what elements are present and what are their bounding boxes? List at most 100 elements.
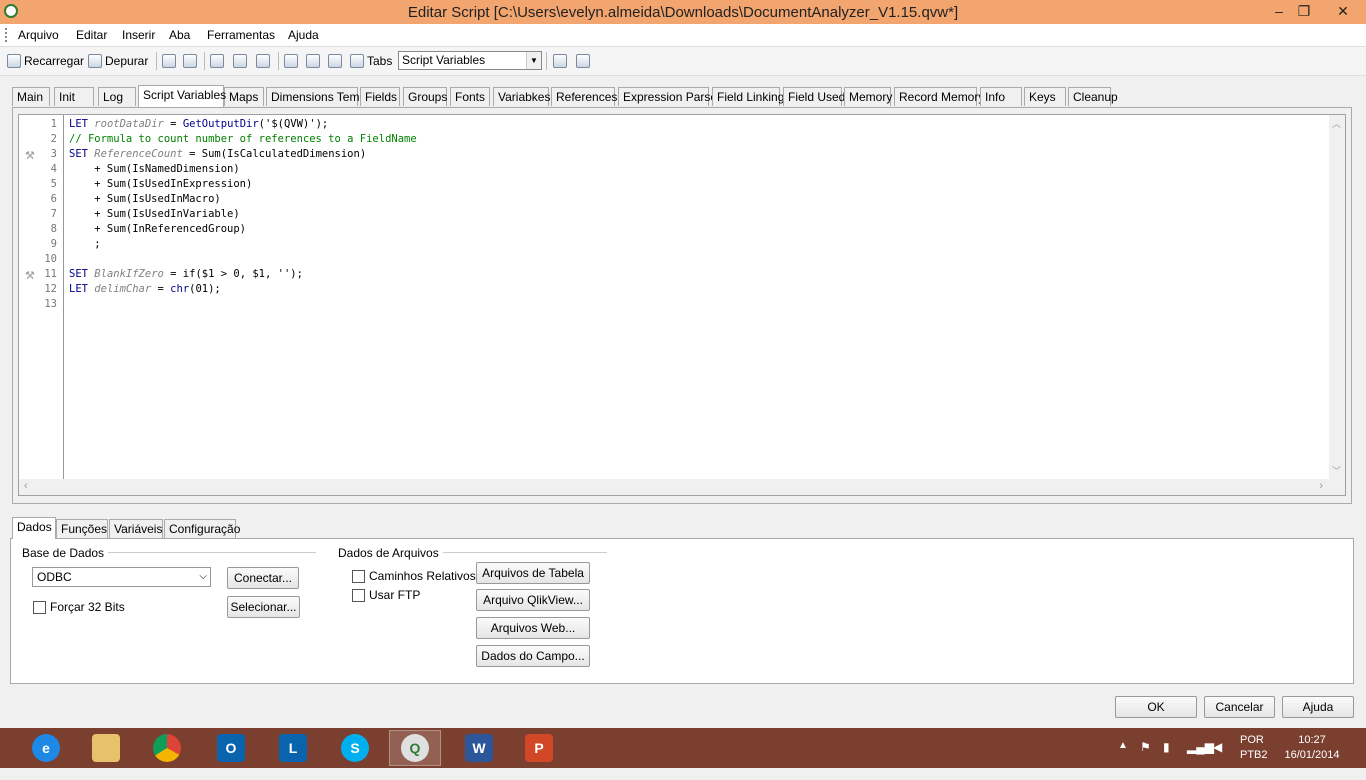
tab-memory[interactable]: Memory bbox=[844, 87, 892, 106]
minimize-button[interactable]: – bbox=[1266, 0, 1292, 22]
clock[interactable]: 10:27 16/01/2014 bbox=[1282, 734, 1342, 774]
flag-icon[interactable]: ⚑ bbox=[1140, 740, 1151, 780]
code-line-12: LET delimChar = chr(01); bbox=[69, 283, 221, 295]
search-icon bbox=[284, 54, 298, 68]
cancel-button[interactable]: Cancelar bbox=[1204, 696, 1275, 718]
paste-button[interactable] bbox=[256, 53, 270, 69]
script-editor[interactable]: ⚒ ⚒ 1 2 3 4 5 6 7 8 9 10 11 12 13 LET ro… bbox=[18, 114, 1346, 496]
save-button[interactable] bbox=[162, 53, 176, 69]
line-number: 3 bbox=[50, 148, 57, 160]
horizontal-scrollbar[interactable]: ‹ › bbox=[19, 479, 1345, 495]
chrome-icon bbox=[153, 734, 181, 762]
skype-icon: S bbox=[341, 734, 369, 762]
select-button[interactable]: Selecionar... bbox=[227, 596, 300, 618]
tab-funcoes[interactable]: Funções bbox=[56, 519, 108, 538]
tab-dados[interactable]: Dados bbox=[12, 517, 56, 539]
tab-cleanup[interactable]: Cleanup bbox=[1068, 87, 1118, 106]
tab-selector-dropdown[interactable]: Script Variables ▼ bbox=[398, 51, 542, 70]
show-hidden-icons-button[interactable]: ▲ bbox=[1118, 740, 1128, 780]
line-number-gutter: ⚒ ⚒ 1 2 3 4 5 6 7 8 9 10 11 12 13 bbox=[19, 115, 64, 479]
menu-editar[interactable]: Editar bbox=[76, 28, 107, 42]
menu-arquivo[interactable]: Arquivo bbox=[18, 28, 59, 42]
tab-init[interactable]: Init bbox=[54, 87, 94, 106]
tab-field-used[interactable]: Field Used bbox=[783, 87, 845, 106]
checkbox-box[interactable] bbox=[33, 600, 46, 614]
chevron-right-icon[interactable]: › bbox=[1319, 480, 1323, 492]
tab-log[interactable]: Log bbox=[98, 87, 136, 106]
chevron-down-icon[interactable]: ﹀ bbox=[1332, 464, 1341, 477]
power-icon[interactable]: ▮ bbox=[1163, 740, 1170, 780]
menu-ferramentas[interactable]: Ferramentas bbox=[207, 28, 275, 42]
data-panel bbox=[10, 538, 1354, 684]
help-button[interactable]: Ajuda bbox=[1282, 696, 1354, 718]
tab-field-linking[interactable]: Field Linking bbox=[712, 87, 784, 106]
skype-taskbar-button[interactable]: S bbox=[329, 730, 381, 766]
tab-keys[interactable]: Keys bbox=[1024, 87, 1066, 106]
table-viewer-button[interactable] bbox=[553, 53, 567, 69]
print-button[interactable] bbox=[183, 53, 197, 69]
tab-script-variables[interactable]: Script Variables bbox=[138, 85, 226, 107]
tab-main[interactable]: Main bbox=[12, 87, 50, 106]
menu-ajuda[interactable]: Ajuda bbox=[288, 28, 319, 42]
new-tab-button[interactable] bbox=[306, 53, 320, 69]
outlook-taskbar-button[interactable]: O bbox=[205, 730, 257, 766]
qlikview-file-button[interactable]: Arquivo QlikView... bbox=[476, 589, 590, 611]
tab-record-memory[interactable]: Record Memory bbox=[894, 87, 984, 106]
volume-icon[interactable]: ◀ bbox=[1213, 740, 1222, 780]
lync-taskbar-button[interactable]: L bbox=[267, 730, 319, 766]
force-32-bits-checkbox[interactable]: Forçar 32 Bits bbox=[33, 600, 125, 614]
checkbox-box[interactable] bbox=[352, 588, 365, 602]
code-line-5: + Sum(IsUsedInExpression) bbox=[69, 178, 253, 190]
use-ftp-checkbox[interactable]: Usar FTP bbox=[352, 588, 420, 602]
chevron-up-icon[interactable]: ︿ bbox=[1332, 117, 1341, 130]
chrome-taskbar-button[interactable] bbox=[141, 730, 193, 766]
tab-groups[interactable]: Groups bbox=[403, 87, 447, 106]
powerpoint-taskbar-button[interactable]: P bbox=[513, 730, 565, 766]
tab-maps[interactable]: Maps bbox=[224, 87, 264, 106]
promote-tab-button[interactable] bbox=[328, 53, 342, 69]
language-indicator[interactable]: POR PTB2 bbox=[1240, 734, 1268, 774]
database-dropdown[interactable]: ODBC ⌵ bbox=[32, 567, 211, 587]
ie-taskbar-button[interactable]: e bbox=[20, 730, 72, 766]
tab-references[interactable]: References bbox=[551, 87, 617, 106]
code-line-9: ; bbox=[69, 238, 101, 250]
syntax-check-button[interactable] bbox=[576, 53, 590, 69]
tabs-button[interactable]: Tabs bbox=[350, 53, 392, 69]
menu-grip bbox=[5, 28, 9, 42]
reload-button[interactable]: Recarregar bbox=[7, 53, 84, 69]
find-button[interactable] bbox=[284, 53, 298, 69]
toolbar-separator bbox=[278, 52, 279, 70]
code-line-8: + Sum(InReferencedGroup) bbox=[69, 223, 247, 235]
qlikview-taskbar-button[interactable]: Q bbox=[389, 730, 441, 766]
restore-button[interactable]: ❐ bbox=[1291, 0, 1317, 22]
debug-button[interactable]: Depurar bbox=[88, 53, 148, 69]
explorer-taskbar-button[interactable] bbox=[80, 730, 132, 766]
tab-expression-parse[interactable]: Expression Parse bbox=[618, 87, 717, 106]
copy-button[interactable] bbox=[233, 53, 247, 69]
chevron-left-icon[interactable]: ‹ bbox=[24, 480, 28, 492]
vertical-scrollbar[interactable]: ︿ ﹀ bbox=[1329, 115, 1345, 479]
web-files-button[interactable]: Arquivos Web... bbox=[476, 617, 590, 639]
menu-inserir[interactable]: Inserir bbox=[122, 28, 155, 42]
network-icon[interactable]: ▂▄▆ bbox=[1187, 740, 1214, 780]
line-number: 11 bbox=[44, 268, 57, 280]
checkbox-box[interactable] bbox=[352, 569, 365, 583]
tab-configuracao[interactable]: Configuração bbox=[164, 519, 240, 538]
relative-paths-checkbox[interactable]: Caminhos Relativos bbox=[352, 569, 476, 583]
tab-info[interactable]: Info bbox=[980, 87, 1022, 106]
tab-variaveis[interactable]: Variáveis bbox=[109, 519, 163, 538]
cut-button[interactable] bbox=[210, 53, 224, 69]
field-data-button[interactable]: Dados do Campo... bbox=[476, 645, 590, 667]
word-taskbar-button[interactable]: W bbox=[453, 730, 505, 766]
tab-fields[interactable]: Fields bbox=[360, 87, 400, 106]
copy-icon bbox=[233, 54, 247, 68]
tab-dimensions-temp[interactable]: Dimensions Temp bbox=[266, 87, 366, 106]
connect-button[interactable]: Conectar... bbox=[227, 567, 299, 589]
table-files-button[interactable]: Arquivos de Tabela ... bbox=[476, 562, 590, 600]
tab-fonts[interactable]: Fonts bbox=[450, 87, 490, 106]
menu-aba[interactable]: Aba bbox=[169, 28, 190, 42]
close-button[interactable]: ✕ bbox=[1326, 0, 1360, 22]
debug-icon bbox=[88, 54, 102, 68]
tab-variabkes[interactable]: Variabkes bbox=[493, 87, 550, 106]
ok-button[interactable]: OK bbox=[1115, 696, 1197, 718]
